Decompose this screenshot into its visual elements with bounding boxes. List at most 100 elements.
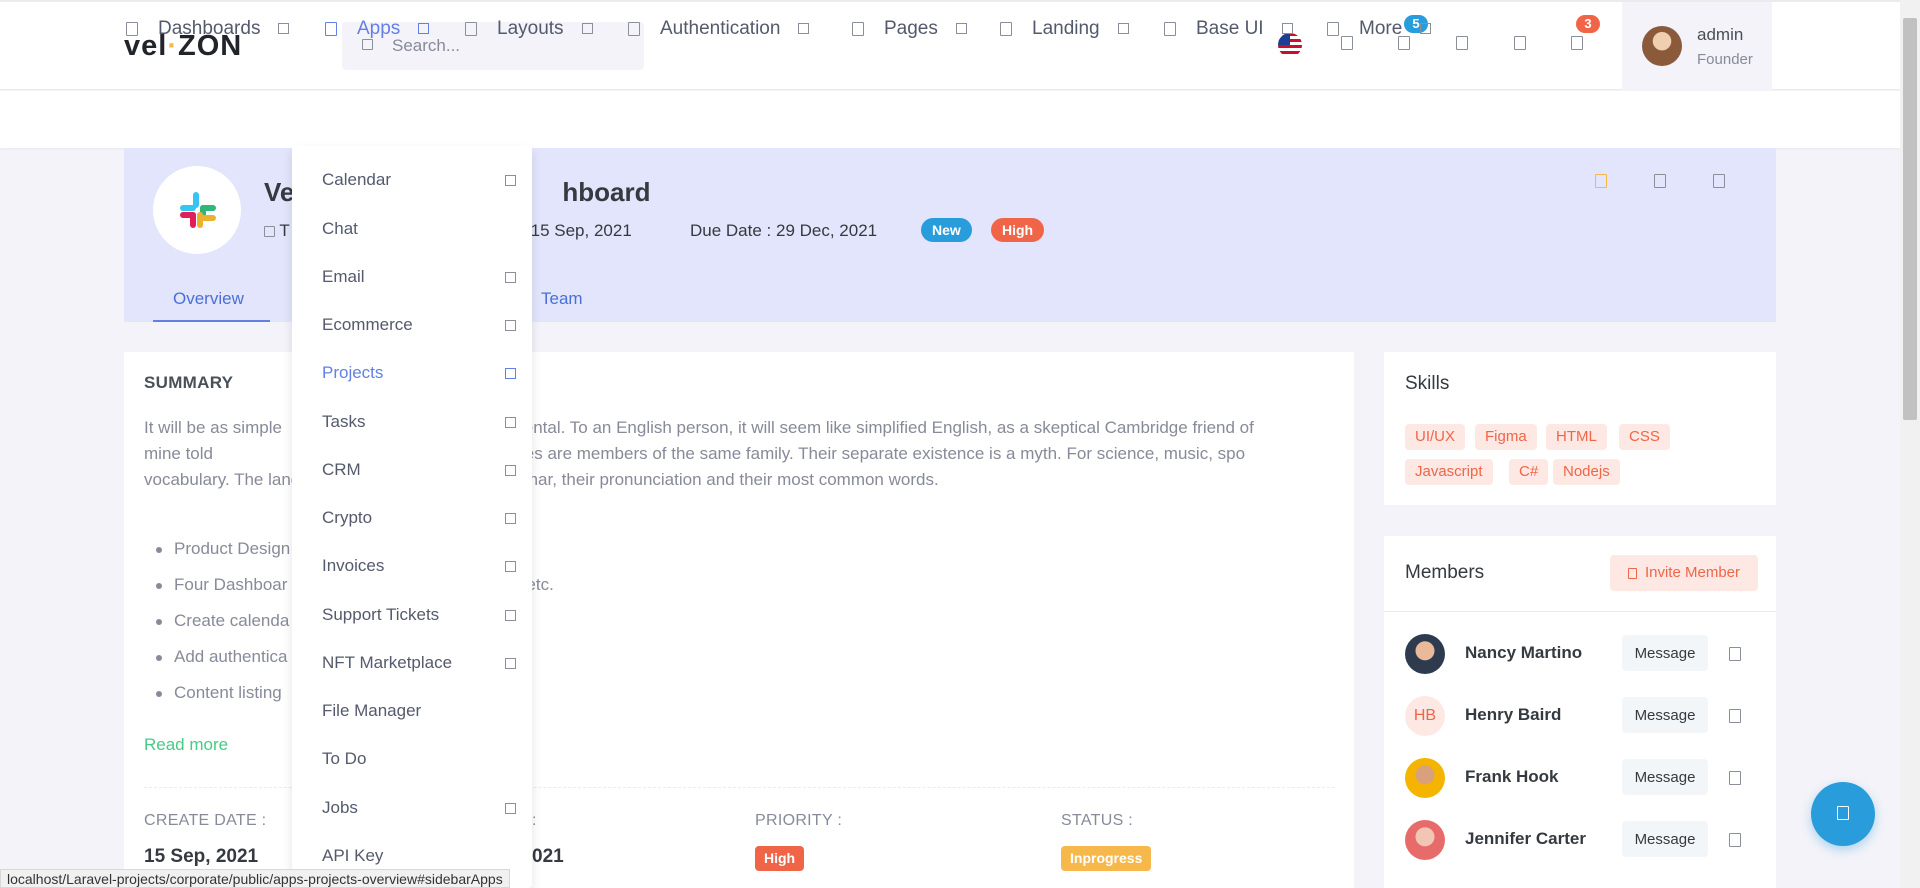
dark-mode-icon[interactable]: [1514, 36, 1526, 50]
invite-member-button[interactable]: Invite Member: [1610, 555, 1758, 591]
nav-item-dashboards[interactable]: Dashboards: [126, 18, 290, 40]
scroll-top-button[interactable]: [1811, 782, 1875, 846]
skill-chip: Nodejs: [1553, 459, 1620, 485]
share-icon[interactable]: [1654, 174, 1666, 188]
create-date-value: 15 Sep, 2021: [144, 846, 259, 867]
chevron-right-icon: [505, 272, 516, 283]
account-icon: [628, 21, 640, 36]
layout-icon: [465, 21, 477, 36]
building-icon: [264, 226, 275, 238]
settings-icon: [1837, 806, 1849, 820]
skills-title: Skills: [1405, 373, 1450, 394]
member-name: Jennifer Carter: [1465, 829, 1586, 848]
priority-badge: High: [755, 846, 805, 871]
menu-item-ecommerce[interactable]: Ecommerce: [322, 315, 413, 335]
skill-chip: UI/UX: [1405, 424, 1466, 450]
nav-item-pages[interactable]: Pages: [852, 18, 967, 40]
project-due-date: Due Date : 29 Dec, 2021: [690, 221, 878, 240]
skill-chip: C#: [1509, 459, 1549, 485]
tab-overview[interactable]: Overview: [173, 289, 244, 309]
pencil-ruler-icon: [1164, 21, 1176, 36]
user-role: Founder: [1697, 51, 1753, 68]
skill-chip: Figma: [1475, 424, 1537, 450]
read-more-link[interactable]: Read more: [144, 735, 228, 755]
more-icon: [1327, 21, 1339, 36]
share-icon: [1627, 567, 1637, 579]
chevron-right-icon: [505, 610, 516, 621]
nav-item-more[interactable]: More: [1327, 18, 1432, 40]
menu-item-email[interactable]: Email: [322, 267, 365, 287]
priority-badge-high: High: [991, 218, 1045, 242]
member-name: Frank Hook: [1465, 767, 1559, 786]
menu-item-jobs[interactable]: Jobs: [322, 798, 358, 818]
chevron-down-icon: [1117, 23, 1129, 35]
avatar: [1405, 634, 1445, 674]
message-button[interactable]: Message: [1622, 759, 1708, 795]
nav-item-authentication[interactable]: Authentication: [628, 18, 810, 40]
menu-item-tasks[interactable]: Tasks: [322, 412, 365, 432]
nav-item-base-ui[interactable]: Base UI: [1164, 18, 1293, 40]
menu-item-api-key[interactable]: API Key: [322, 846, 383, 866]
members-title: Members: [1405, 562, 1485, 583]
menu-item-to-do[interactable]: To Do: [322, 749, 366, 769]
menu-item-chat[interactable]: Chat: [322, 219, 358, 239]
top-header: [0, 0, 1900, 90]
menu-item-calendar[interactable]: Calendar: [322, 170, 391, 190]
more-vertical-icon[interactable]: [1729, 647, 1741, 661]
status-badge: Inprogress: [1061, 846, 1152, 871]
chevron-right-icon: [505, 465, 516, 476]
more-vertical-icon[interactable]: [1729, 833, 1741, 847]
scrollbar-thumb[interactable]: [1903, 18, 1917, 420]
avatar: HB: [1405, 696, 1445, 736]
apps-icon: [325, 21, 337, 36]
divider: [1384, 611, 1776, 612]
menu-item-projects[interactable]: Projects: [322, 363, 383, 383]
status-badge-new: New: [921, 218, 972, 242]
notification-count-badge: 3: [1576, 15, 1600, 33]
create-date-label: CREATE DATE :: [144, 812, 267, 829]
menu-item-nft-marketplace[interactable]: NFT Marketplace: [322, 653, 452, 673]
fullscreen-icon[interactable]: [1456, 36, 1468, 50]
chevron-down-icon: [278, 23, 290, 35]
nav-item-layouts[interactable]: Layouts: [465, 18, 593, 40]
due-date-value: 021: [532, 846, 564, 867]
chevron-right-icon: [505, 658, 516, 669]
chevron-right-icon: [505, 561, 516, 572]
star-icon[interactable]: [1595, 174, 1607, 188]
priority-label: PRIORITY :: [755, 812, 843, 829]
project-meta-owner: T: [264, 221, 290, 241]
menu-item-crm[interactable]: CRM: [322, 460, 361, 480]
pages-icon: [852, 21, 864, 36]
dashboard-icon: [126, 21, 138, 36]
menu-item-file-manager[interactable]: File Manager: [322, 701, 421, 721]
menu-item-crypto[interactable]: Crypto: [322, 508, 372, 528]
browser-status-url: localhost/Laravel-projects/corporate/pub…: [0, 869, 510, 888]
bell-icon[interactable]: [1571, 36, 1583, 50]
slack-logo-icon: [180, 192, 216, 228]
summary-title: SUMMARY: [144, 373, 234, 392]
more-vertical-icon[interactable]: [1729, 771, 1741, 785]
user-avatar[interactable]: [1642, 26, 1682, 66]
rocket-icon: [1000, 21, 1012, 36]
chevron-right-icon: [505, 320, 516, 331]
chevron-down-icon: [1281, 23, 1293, 35]
chevron-down-icon: [1420, 23, 1432, 35]
flag-icon[interactable]: [1713, 174, 1725, 188]
menu-item-invoices[interactable]: Invoices: [322, 556, 384, 576]
chevron-down-icon: [798, 23, 810, 35]
message-button[interactable]: Message: [1622, 821, 1708, 857]
more-vertical-icon[interactable]: [1729, 709, 1741, 723]
chevron-right-icon: [505, 175, 516, 186]
chevron-down-icon: [418, 23, 430, 35]
chevron-right-icon: [505, 803, 516, 814]
message-button[interactable]: Message: [1622, 635, 1708, 671]
avatar: [1405, 758, 1445, 798]
chevron-right-icon: [505, 368, 516, 379]
nav-item-apps[interactable]: Apps: [325, 18, 430, 40]
message-button[interactable]: Message: [1622, 697, 1708, 733]
status-label: STATUS :: [1061, 812, 1134, 829]
nav-item-landing[interactable]: Landing: [1000, 18, 1129, 40]
tab-team[interactable]: Team: [541, 289, 583, 309]
due-date-label: :: [532, 812, 537, 829]
menu-item-support-tickets[interactable]: Support Tickets: [322, 605, 439, 625]
